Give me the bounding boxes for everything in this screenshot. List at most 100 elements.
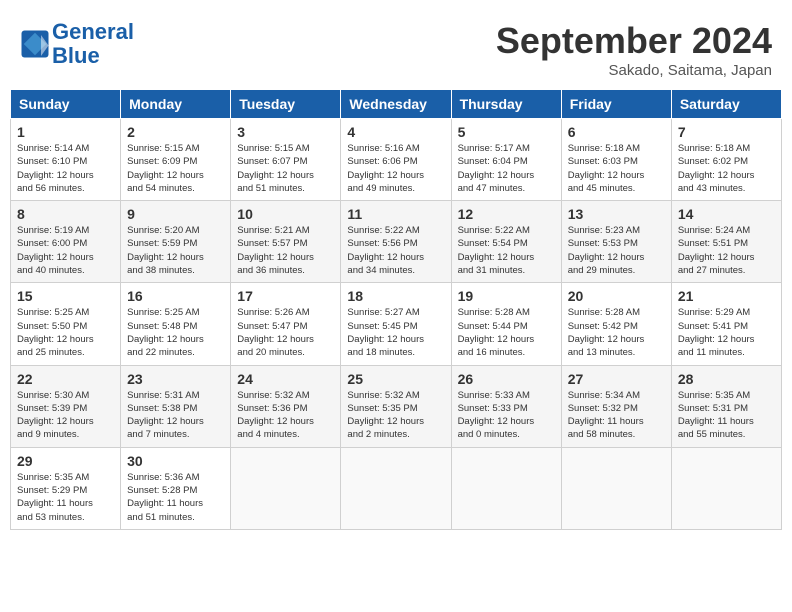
day-info: Sunrise: 5:19 AMSunset: 6:00 PMDaylight:… [17,224,114,277]
day-number: 16 [127,288,224,304]
day-number: 5 [458,124,555,140]
day-info: Sunrise: 5:30 AMSunset: 5:39 PMDaylight:… [17,389,114,442]
day-info: Sunrise: 5:28 AMSunset: 5:44 PMDaylight:… [458,306,555,359]
day-number: 21 [678,288,775,304]
calendar-title: September 2024 [496,20,772,62]
table-row [231,447,341,529]
day-info: Sunrise: 5:15 AMSunset: 6:07 PMDaylight:… [237,142,334,195]
table-row: 20 Sunrise: 5:28 AMSunset: 5:42 PMDayligh… [561,283,671,365]
table-row: 6Sunrise: 5:18 AMSunset: 6:03 PMDaylight… [561,119,671,201]
day-number: 7 [678,124,775,140]
table-row: 5 Sunrise: 5:17 AMSunset: 6:04 PMDaylight… [451,119,561,201]
table-row [561,447,671,529]
table-row: 9 Sunrise: 5:20 AMSunset: 5:59 PMDaylight… [121,201,231,283]
col-thursday: Thursday [451,90,561,119]
day-info: Sunrise: 5:34 AMSunset: 5:32 PMDaylight:… [568,389,665,442]
calendar-week-row: 22 Sunrise: 5:30 AMSunset: 5:39 PMDayligh… [11,365,782,447]
col-tuesday: Tuesday [231,90,341,119]
day-info: Sunrise: 5:24 AMSunset: 5:51 PMDaylight:… [678,224,775,277]
day-info: Sunrise: 5:22 AMSunset: 5:54 PMDaylight:… [458,224,555,277]
day-info: Sunrise: 5:21 AMSunset: 5:57 PMDaylight:… [237,224,334,277]
day-info: Sunrise: 5:20 AMSunset: 5:59 PMDaylight:… [127,224,224,277]
calendar-week-row: 29Sunrise: 5:35 AMSunset: 5:29 PMDayligh… [11,447,782,529]
table-row [451,447,561,529]
day-info: Sunrise: 5:36 AMSunset: 5:28 PMDaylight:… [127,471,224,524]
table-row: 15 Sunrise: 5:25 AMSunset: 5:50 PMDayligh… [11,283,121,365]
day-number: 8 [17,206,114,222]
table-row: 30 Sunrise: 5:36 AMSunset: 5:28 PMDayligh… [121,447,231,529]
day-number: 23 [127,371,224,387]
day-info: Sunrise: 5:17 AMSunset: 6:04 PMDaylight:… [458,142,555,195]
calendar-week-row: 8 Sunrise: 5:19 AMSunset: 6:00 PMDaylight… [11,201,782,283]
day-number: 1 [17,124,114,140]
table-row: 21 Sunrise: 5:29 AMSunset: 5:41 PMDayligh… [671,283,781,365]
day-number: 25 [347,371,444,387]
day-number: 22 [17,371,114,387]
day-info: Sunrise: 5:25 AMSunset: 5:50 PMDaylight:… [17,306,114,359]
day-info: Sunrise: 5:33 AMSunset: 5:33 PMDaylight:… [458,389,555,442]
table-row: 23 Sunrise: 5:31 AMSunset: 5:38 PMDayligh… [121,365,231,447]
day-info: Sunrise: 5:18 AMSunset: 6:03 PMDaylight:… [568,142,665,195]
table-row: 28 Sunrise: 5:35 AMSunset: 5:31 PMDayligh… [671,365,781,447]
calendar-week-row: 15 Sunrise: 5:25 AMSunset: 5:50 PMDayligh… [11,283,782,365]
col-wednesday: Wednesday [341,90,451,119]
table-row: 27 Sunrise: 5:34 AMSunset: 5:32 PMDayligh… [561,365,671,447]
day-number: 4 [347,124,444,140]
day-info: Sunrise: 5:23 AMSunset: 5:53 PMDaylight:… [568,224,665,277]
day-info: Sunrise: 5:16 AMSunset: 6:06 PMDaylight:… [347,142,444,195]
table-row: 12 Sunrise: 5:22 AMSunset: 5:54 PMDayligh… [451,201,561,283]
table-row: 16 Sunrise: 5:25 AMSunset: 5:48 PMDayligh… [121,283,231,365]
table-row: 18 Sunrise: 5:27 AMSunset: 5:45 PMDayligh… [341,283,451,365]
calendar-week-row: 1 Sunrise: 5:14 AMSunset: 6:10 PMDaylight… [11,119,782,201]
col-monday: Monday [121,90,231,119]
day-number: 19 [458,288,555,304]
day-number: 27 [568,371,665,387]
day-number: 14 [678,206,775,222]
day-info: Sunrise: 5:29 AMSunset: 5:41 PMDaylight:… [678,306,775,359]
logo-text: General Blue [52,20,134,68]
day-number: 30 [127,453,224,469]
table-row: 25 Sunrise: 5:32 AMSunset: 5:35 PMDayligh… [341,365,451,447]
day-info: Sunrise: 5:32 AMSunset: 5:35 PMDaylight:… [347,389,444,442]
day-number: 13 [568,206,665,222]
day-number: 12 [458,206,555,222]
day-number: 9 [127,206,224,222]
day-number: 24 [237,371,334,387]
table-row: 13 Sunrise: 5:23 AMSunset: 5:53 PMDayligh… [561,201,671,283]
calendar-table: Sunday Monday Tuesday Wednesday Thursday… [10,89,782,530]
table-row: 17 Sunrise: 5:26 AMSunset: 5:47 PMDayligh… [231,283,341,365]
day-info: Sunrise: 5:26 AMSunset: 5:47 PMDaylight:… [237,306,334,359]
day-number: 28 [678,371,775,387]
day-info: Sunrise: 5:32 AMSunset: 5:36 PMDaylight:… [237,389,334,442]
table-row: 26 Sunrise: 5:33 AMSunset: 5:33 PMDayligh… [451,365,561,447]
table-row: 22 Sunrise: 5:30 AMSunset: 5:39 PMDayligh… [11,365,121,447]
col-sunday: Sunday [11,90,121,119]
page-header: General Blue September 2024 Sakado, Sait… [10,10,782,84]
day-info: Sunrise: 5:27 AMSunset: 5:45 PMDaylight:… [347,306,444,359]
day-number: 26 [458,371,555,387]
table-row: 8 Sunrise: 5:19 AMSunset: 6:00 PMDaylight… [11,201,121,283]
day-info: Sunrise: 5:25 AMSunset: 5:48 PMDaylight:… [127,306,224,359]
day-info: Sunrise: 5:35 AMSunset: 5:31 PMDaylight:… [678,389,775,442]
day-info: Sunrise: 5:28 AMSunset: 5:42 PMDaylight:… [568,306,665,359]
day-number: 17 [237,288,334,304]
table-row: 1 Sunrise: 5:14 AMSunset: 6:10 PMDaylight… [11,119,121,201]
day-info: Sunrise: 5:18 AMSunset: 6:02 PMDaylight:… [678,142,775,195]
day-number: 15 [17,288,114,304]
day-number: 11 [347,206,444,222]
day-info: Sunrise: 5:14 AMSunset: 6:10 PMDaylight:… [17,142,114,195]
day-info: Sunrise: 5:15 AMSunset: 6:09 PMDaylight:… [127,142,224,195]
logo-icon [20,29,50,59]
calendar-header-row: Sunday Monday Tuesday Wednesday Thursday… [11,90,782,119]
table-row: 11Sunrise: 5:22 AMSunset: 5:56 PMDayligh… [341,201,451,283]
calendar-subtitle: Sakado, Saitama, Japan [496,62,772,79]
table-row: 24 Sunrise: 5:32 AMSunset: 5:36 PMDayligh… [231,365,341,447]
day-number: 20 [568,288,665,304]
table-row: 2Sunrise: 5:15 AMSunset: 6:09 PMDaylight… [121,119,231,201]
day-number: 18 [347,288,444,304]
table-row [671,447,781,529]
table-row: 4 Sunrise: 5:16 AMSunset: 6:06 PMDaylight… [341,119,451,201]
title-block: September 2024 Sakado, Saitama, Japan [496,20,772,79]
day-info: Sunrise: 5:31 AMSunset: 5:38 PMDaylight:… [127,389,224,442]
col-friday: Friday [561,90,671,119]
